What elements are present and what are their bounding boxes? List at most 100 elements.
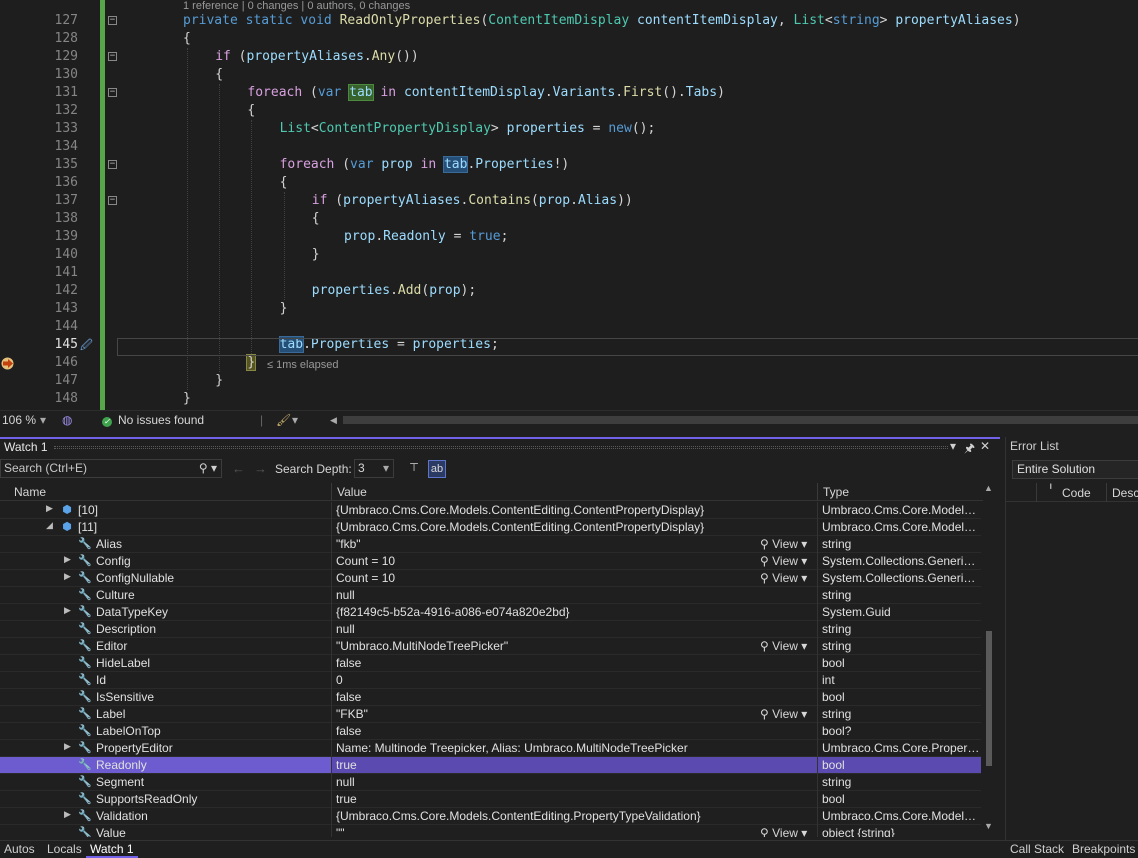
column-type[interactable]: Type: [823, 485, 849, 499]
visualizer-view-button[interactable]: ⚲ View ▾: [760, 554, 807, 568]
window-menu-icon[interactable]: ▾: [950, 439, 956, 453]
watch-value[interactable]: {f82149c5-b52a-4916-a086-e074a820e2bd}: [336, 605, 816, 619]
watch-value[interactable]: null: [336, 622, 816, 636]
watch-name-cell[interactable]: 🔧 Editor: [0, 638, 331, 654]
watch-value[interactable]: null: [336, 775, 816, 789]
watch-row[interactable]: 🔧 HideLabel false bool: [0, 655, 981, 672]
tab-autos[interactable]: Autos: [4, 842, 35, 856]
watch-name-cell[interactable]: ▶ 🔧 DataTypeKey: [0, 604, 331, 620]
watch-row[interactable]: 🔧 Editor "Umbraco.MultiNodeTreePicker" ⚲ Vi…: [0, 638, 981, 655]
scroll-thumb[interactable]: [986, 631, 992, 766]
code-line[interactable]: 141: [0, 264, 1138, 282]
scroll-up-icon[interactable]: ▲: [984, 483, 993, 493]
watch-row[interactable]: 🔧 Value "" ⚲ View ▾ object {string}: [0, 825, 981, 837]
code-editor[interactable]: 1 reference | 0 changes | 0 authors, 0 c…: [0, 0, 1138, 410]
title-grip[interactable]: [54, 446, 948, 449]
code-line[interactable]: 140}: [0, 246, 1138, 264]
code-line[interactable]: 136 {: [0, 174, 1138, 192]
sort-icon[interactable]: ╹: [1048, 484, 1053, 495]
watch-row[interactable]: ▶ 🔧 ConfigNullable Count = 10 ⚲ View ▾ System…: [0, 570, 981, 587]
watch-name-cell[interactable]: 🔧 Id: [0, 672, 331, 688]
column-code[interactable]: Code: [1062, 486, 1091, 500]
code-line[interactable]: 132 {: [0, 102, 1138, 120]
watch-row[interactable]: ▶ 🔧 DataTypeKey {f82149c5-b52a-4916-a086-e0…: [0, 604, 981, 621]
watch-name-cell[interactable]: ◢ ⬢ [11]: [0, 519, 331, 535]
code-line[interactable]: 129 − if (propertyAliases.Any()): [0, 48, 1138, 66]
cleanup-dropdown-icon[interactable]: ▾: [292, 413, 298, 427]
tab-call-stack[interactable]: Call Stack: [1010, 842, 1064, 856]
column-divider[interactable]: [817, 483, 818, 501]
string-view-toggle-icon[interactable]: ab: [428, 460, 446, 478]
watch-value[interactable]: {Umbraco.Cms.Core.Models.ContentEditing.…: [336, 503, 816, 517]
watch-name-cell[interactable]: 🔧 Description: [0, 621, 331, 637]
quick-action-icon[interactable]: 🖉: [80, 336, 93, 354]
watch-row[interactable]: ▶ 🔧 PropertyEditor Name: Multinode Treepick…: [0, 740, 981, 757]
watch-value[interactable]: "FKB": [336, 707, 816, 721]
watch-row[interactable]: ◢ ⬢ [11] {Umbraco.Cms.Core.Models.ContentEd…: [0, 519, 981, 536]
watch-value[interactable]: {Umbraco.Cms.Core.Models.ContentEditing.…: [336, 809, 816, 823]
watch-row[interactable]: 🔧 SupportsReadOnly true bool: [0, 791, 981, 808]
watch-value[interactable]: {Umbraco.Cms.Core.Models.ContentEditing.…: [336, 520, 816, 534]
visualizer-view-button[interactable]: ⚲ View ▾: [760, 571, 807, 585]
expand-icon[interactable]: ▶: [64, 571, 74, 582]
vertical-scrollbar[interactable]: ▲ ▼: [983, 483, 995, 833]
expand-icon[interactable]: ▶: [64, 605, 74, 616]
watch-row[interactable]: 🔧 LabelOnTop false bool?: [0, 723, 981, 740]
scroll-down-icon[interactable]: ▼: [984, 821, 993, 831]
fold-toggle-icon[interactable]: −: [108, 196, 117, 205]
issues-status[interactable]: No issues found: [118, 413, 204, 427]
column-description[interactable]: Desc: [1112, 486, 1138, 500]
code-line[interactable]: 138 {: [0, 210, 1138, 228]
watch-row[interactable]: 🔧 Readonly true bool: [0, 757, 981, 774]
watch-name-cell[interactable]: ▶ 🔧 PropertyEditor: [0, 740, 331, 756]
fold-toggle-icon[interactable]: −: [108, 160, 117, 169]
watch-title-bar[interactable]: Watch 1 ▾ 🖈 ✕: [0, 437, 1000, 455]
watch-value[interactable]: Name: Multinode Treepicker, Alias: Umbra…: [336, 741, 816, 755]
code-cleanup-icon[interactable]: 🖌: [276, 413, 291, 427]
tab-watch-1[interactable]: Watch 1: [86, 842, 138, 858]
watch-row[interactable]: 🔧 Segment null string: [0, 774, 981, 791]
column-value[interactable]: Value: [337, 485, 367, 499]
error-list-title[interactable]: Error List: [1010, 439, 1059, 453]
close-icon[interactable]: ✕: [980, 439, 990, 453]
visualizer-view-button[interactable]: ⚲ View ▾: [760, 537, 807, 551]
watch-name-cell[interactable]: 🔧 Value: [0, 825, 331, 837]
watch-name-cell[interactable]: ▶ 🔧 ConfigNullable: [0, 570, 331, 586]
watch-row[interactable]: 🔧 Alias "fkb" ⚲ View ▾ string: [0, 536, 981, 553]
watch-row[interactable]: 🔧 Label "FKB" ⚲ View ▾ string: [0, 706, 981, 723]
copilot-icon[interactable]: ◍: [62, 413, 72, 427]
search-back-icon[interactable]: ←: [232, 461, 245, 476]
watch-name-cell[interactable]: 🔧 LabelOnTop: [0, 723, 331, 739]
search-icon[interactable]: ⚲ ▾: [199, 460, 217, 477]
expand-icon[interactable]: ▶: [46, 503, 56, 514]
tab-locals[interactable]: Locals: [47, 842, 82, 856]
codelens-references[interactable]: 1 reference | 0 changes | 0 authors, 0 c…: [183, 0, 410, 12]
watch-value[interactable]: "fkb": [336, 537, 816, 551]
tab-breakpoints[interactable]: Breakpoints: [1072, 842, 1135, 856]
fold-toggle-icon[interactable]: −: [108, 52, 117, 61]
expand-icon[interactable]: ▶: [64, 741, 74, 752]
error-scope-select[interactable]: Entire Solution: [1012, 460, 1138, 479]
watch-value[interactable]: false: [336, 690, 816, 704]
watch-row[interactable]: ▶ ⬢ [10] {Umbraco.Cms.Core.Models.ContentEd…: [0, 502, 981, 519]
code-line[interactable]: 144: [0, 318, 1138, 336]
expand-icon[interactable]: ▶: [64, 554, 74, 565]
watch-value[interactable]: Count = 10: [336, 554, 816, 568]
watch-row[interactable]: 🔧 Description null string: [0, 621, 981, 638]
code-line[interactable]: 148}: [0, 390, 1138, 408]
watch-name-cell[interactable]: 🔧 IsSensitive: [0, 689, 331, 705]
fold-toggle-icon[interactable]: −: [108, 88, 117, 97]
code-line[interactable]: 133 List<ContentPropertyDisplay> properti…: [0, 120, 1138, 138]
execution-pointer-icon[interactable]: [1, 357, 16, 370]
code-line[interactable]: 139 prop.Readonly = true;: [0, 228, 1138, 246]
code-line[interactable]: 135 − foreach (var prop in tab.Properties!…: [0, 156, 1138, 174]
watch-row[interactable]: ▶ 🔧 Validation {Umbraco.Cms.Core.Models.Con…: [0, 808, 981, 825]
visualizer-view-button[interactable]: ⚲ View ▾: [760, 826, 807, 837]
zoom-level[interactable]: 106 %: [2, 413, 36, 427]
column-divider[interactable]: [1106, 483, 1107, 502]
collapse-icon[interactable]: ◢: [46, 520, 56, 531]
watch-name-cell[interactable]: 🔧 SupportsReadOnly: [0, 791, 331, 807]
code-line[interactable]: 142 properties.Add(prop);: [0, 282, 1138, 300]
watch-name-cell[interactable]: 🔧 HideLabel: [0, 655, 331, 671]
column-divider[interactable]: [331, 483, 332, 501]
